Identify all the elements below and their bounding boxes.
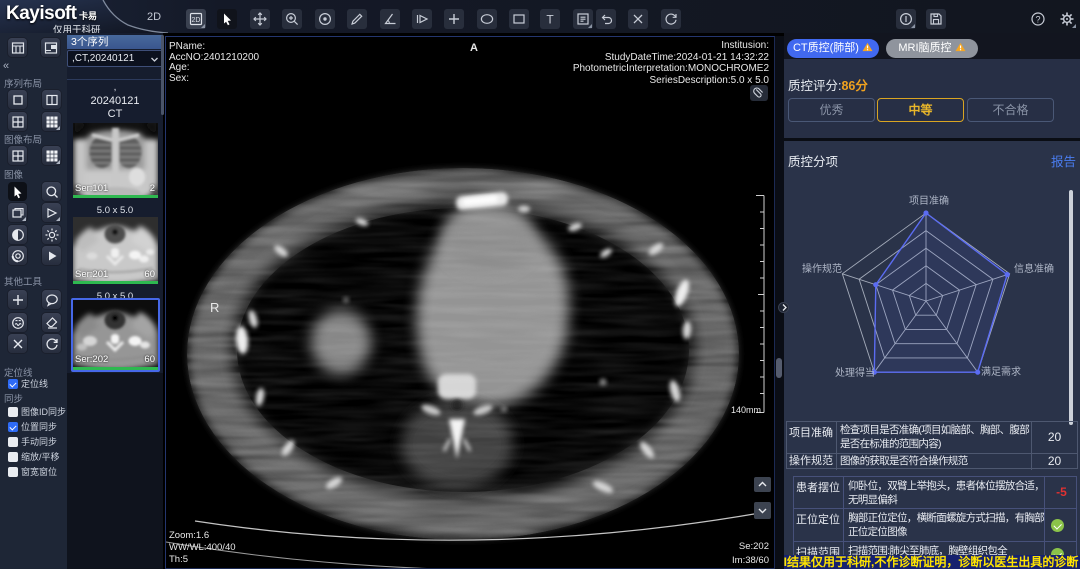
svg-text:项目准确: 项目准确 bbox=[909, 194, 949, 207]
svg-text:操作规范: 操作规范 bbox=[802, 262, 842, 275]
svg-text:满足需求: 满足需求 bbox=[981, 366, 1021, 378]
svg-text:处理得当: 处理得当 bbox=[835, 366, 875, 379]
svg-text:2D: 2D bbox=[192, 17, 201, 24]
svg-text:T: T bbox=[546, 13, 554, 27]
svg-text:?: ? bbox=[1035, 15, 1040, 25]
svg-text:信息准确: 信息准确 bbox=[1014, 262, 1054, 275]
